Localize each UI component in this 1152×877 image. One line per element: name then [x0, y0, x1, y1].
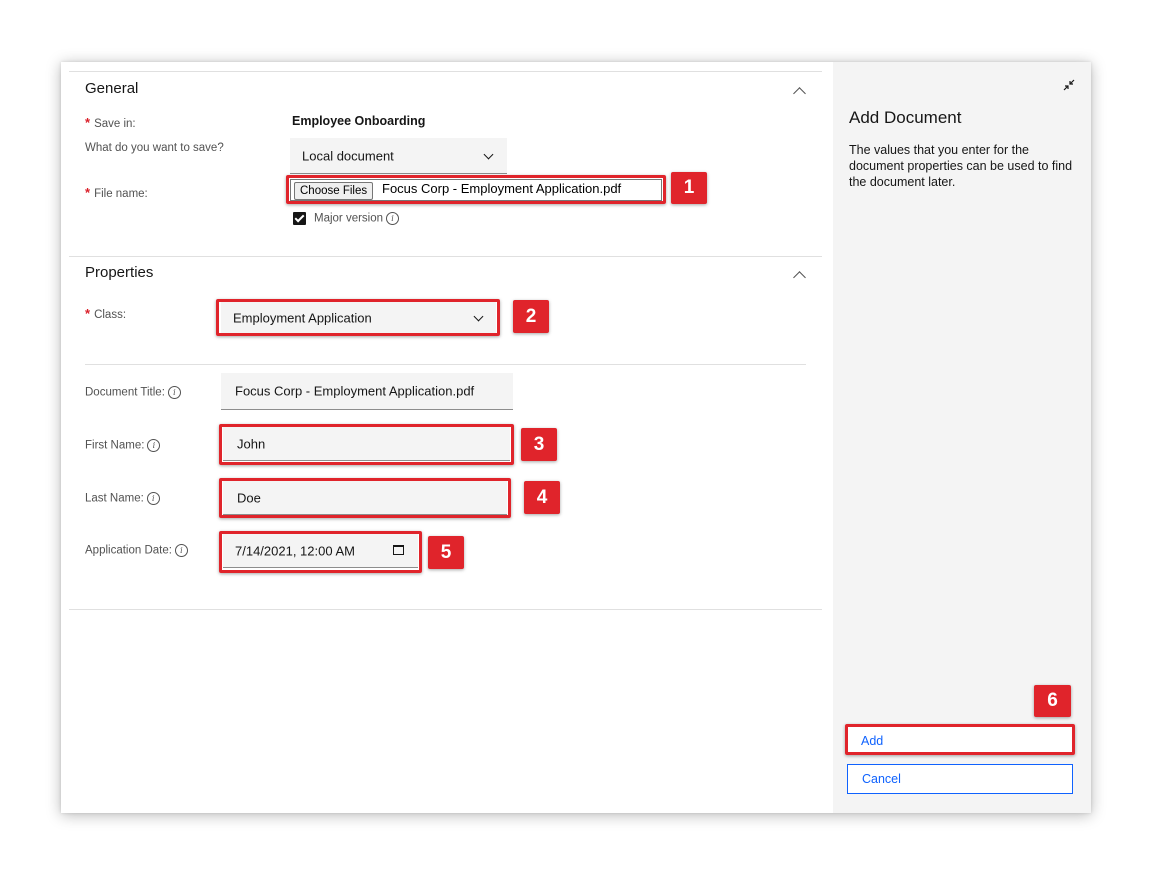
application-date-field[interactable]: 7/14/2021, 12:00 AM [223, 534, 418, 568]
callout-badge-5: 5 [428, 536, 464, 569]
information-icon[interactable]: i [146, 492, 160, 505]
what-to-save-label: What do you want to save? [85, 142, 224, 154]
minimize-button[interactable] [1062, 78, 1076, 92]
class-value: Employment Application [233, 310, 372, 325]
callout-badge-4: 4 [524, 481, 560, 514]
section-divider [69, 609, 822, 610]
information-icon[interactable]: i [147, 439, 161, 452]
add-document-dialog: General * Save in: Employee Onboarding Wh… [61, 62, 1091, 813]
file-input[interactable]: Choose Files Focus Corp - Employment App… [290, 179, 662, 201]
application-date-label-text: Application Date: [85, 544, 172, 557]
side-panel-title: Add Document [849, 108, 962, 127]
cancel-button[interactable]: Cancel [847, 764, 1073, 794]
required-asterisk: * [85, 185, 91, 200]
file-name-label-text: File name: [94, 188, 148, 200]
save-in-label: * Save in: [85, 115, 136, 130]
chevron-up-icon [793, 87, 806, 100]
information-icon[interactable]: i [174, 544, 188, 557]
major-version-label: Major version i [314, 212, 400, 225]
major-version-checkbox[interactable] [293, 212, 306, 225]
first-name-value: John [237, 436, 266, 451]
application-date-label: Application Date: i [85, 544, 188, 557]
document-title-label-text: Document Title: [85, 386, 165, 399]
class-dropdown[interactable]: Employment Application [221, 301, 496, 335]
callout-badge-2: 2 [513, 300, 549, 333]
last-name-value: Doe [237, 490, 261, 505]
section-divider [69, 71, 822, 72]
minimize-icon [1063, 79, 1075, 91]
document-title-label: Document Title: i [85, 386, 181, 399]
last-name-label: Last Name: i [85, 492, 160, 505]
class-label-text: Class: [94, 309, 127, 321]
file-name-label: * File name: [85, 185, 148, 200]
document-title-field[interactable]: Focus Corp - Employment Application.pdf [221, 373, 513, 410]
save-in-value: Employee Onboarding [292, 114, 426, 128]
last-name-field[interactable]: Doe [223, 481, 507, 515]
chevron-down-icon [473, 311, 484, 322]
chevron-down-icon [483, 149, 494, 160]
callout-badge-6: 6 [1034, 685, 1071, 717]
properties-section-title: Properties [85, 264, 154, 281]
calendar-icon[interactable] [393, 545, 404, 555]
information-icon[interactable]: i [386, 212, 400, 225]
general-collapse-button[interactable] [789, 80, 809, 100]
what-to-save-value: Local document [302, 148, 394, 163]
chevron-up-icon [793, 271, 806, 284]
choose-files-button[interactable]: Choose Files [294, 182, 374, 200]
cancel-button-label: Cancel [862, 772, 901, 786]
first-name-label-text: First Name: [85, 439, 145, 452]
last-name-label-text: Last Name: [85, 492, 144, 505]
add-button[interactable]: Add [847, 726, 1073, 755]
callout-badge-3: 3 [521, 428, 557, 461]
document-title-value: Focus Corp - Employment Application.pdf [235, 383, 475, 399]
required-asterisk: * [85, 306, 91, 321]
save-in-label-text: Save in: [94, 118, 136, 130]
first-name-label: First Name: i [85, 439, 161, 452]
properties-divider [85, 364, 806, 365]
required-asterisk: * [85, 115, 91, 130]
first-name-field[interactable]: John [223, 427, 510, 461]
callout-badge-1: 1 [671, 172, 707, 204]
properties-collapse-button[interactable] [789, 264, 809, 284]
selected-file-name: Focus Corp - Employment Application.pdf [382, 181, 622, 196]
application-date-value: 7/14/2021, 12:00 AM [235, 543, 355, 558]
form-area: General * Save in: Employee Onboarding Wh… [61, 62, 833, 813]
section-divider [69, 256, 822, 257]
information-icon[interactable]: i [167, 386, 181, 399]
class-label: * Class: [85, 306, 126, 321]
add-button-label: Add [861, 733, 884, 748]
major-version-text: Major version [314, 212, 384, 225]
general-section-title: General [85, 80, 139, 97]
side-panel: Add Document The values that you enter f… [833, 62, 1091, 813]
side-panel-description: The values that you enter for the docume… [849, 143, 1073, 189]
what-to-save-dropdown[interactable]: Local document [290, 138, 507, 174]
